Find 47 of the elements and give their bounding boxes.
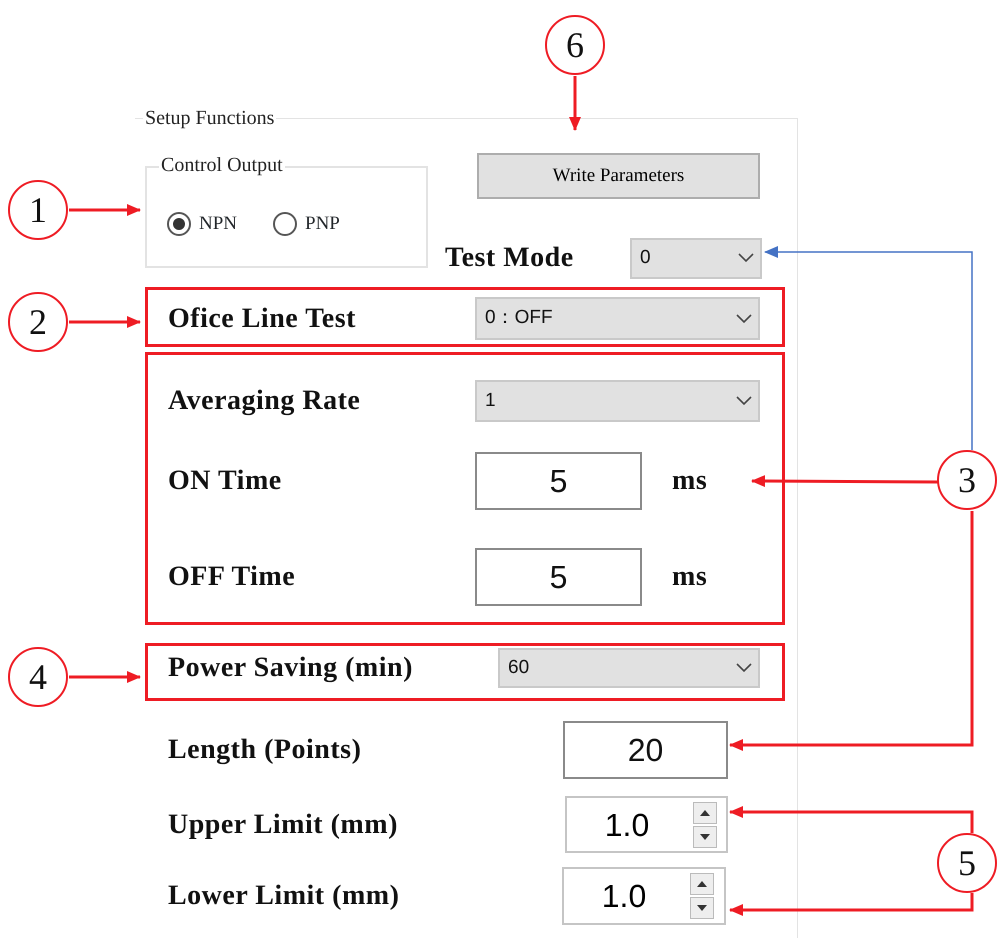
annotation-arrow xyxy=(569,76,581,131)
field-label: ON Time xyxy=(168,464,283,498)
chevron-down-icon xyxy=(736,314,752,324)
chevron-down-icon xyxy=(736,396,752,406)
spin-down-button[interactable] xyxy=(690,897,714,919)
field-label: Lower Limit (mm) xyxy=(168,879,400,913)
spin-box[interactable]: 1.0 xyxy=(562,867,726,925)
dropdown[interactable]: 60 xyxy=(498,648,760,688)
field-label: Upper Limit (mm) xyxy=(168,808,399,842)
input-field[interactable]: 20 xyxy=(563,721,728,779)
callout-number: 1 xyxy=(8,180,68,240)
callout-number: 2 xyxy=(8,292,68,352)
chevron-down-icon xyxy=(736,663,752,673)
spin-box[interactable]: 1.0 xyxy=(565,796,728,853)
number-field[interactable]: 1.0 xyxy=(564,872,684,920)
input-field[interactable]: 5 xyxy=(475,548,642,606)
annotation-arrow xyxy=(69,316,141,328)
chevron-down-icon xyxy=(738,253,754,263)
number-field[interactable]: 1.0 xyxy=(567,800,687,848)
dropdown[interactable]: 0 xyxy=(630,238,762,278)
callout-number: 3 xyxy=(937,450,997,510)
field-label: OFF Time xyxy=(168,560,296,594)
annotation-arrow xyxy=(69,671,141,683)
field-label: Length (Points) xyxy=(168,733,362,767)
spin-down-button[interactable] xyxy=(693,826,717,848)
unit-label: ms xyxy=(672,464,708,498)
callout-number: 6 xyxy=(545,15,605,75)
field-label: Ofice Line Test xyxy=(168,302,357,336)
caret-down-icon xyxy=(697,905,707,911)
field-label: Test Mode xyxy=(445,241,575,275)
dropdown[interactable]: 0：OFF xyxy=(475,297,760,340)
callout-number: 4 xyxy=(8,647,68,707)
field-label: Power Saving (min) xyxy=(168,651,414,685)
spin-up-button[interactable] xyxy=(693,802,717,824)
unit-label: ms xyxy=(672,560,708,594)
dropdown[interactable]: 1 xyxy=(475,380,760,422)
caret-up-icon xyxy=(697,881,707,887)
radio-button[interactable]: PNP xyxy=(273,210,340,238)
spin-up-button[interactable] xyxy=(690,873,714,895)
field-label: Averaging Rate xyxy=(168,384,362,418)
caret-up-icon xyxy=(700,810,710,816)
write-parameters-button[interactable]: Write Parameters xyxy=(477,153,760,199)
input-field[interactable]: 5 xyxy=(475,452,642,510)
radio-button[interactable]: NPN xyxy=(167,210,238,238)
annotation-arrow xyxy=(69,204,141,216)
callout-number: 5 xyxy=(937,833,997,893)
caret-down-icon xyxy=(700,834,710,840)
